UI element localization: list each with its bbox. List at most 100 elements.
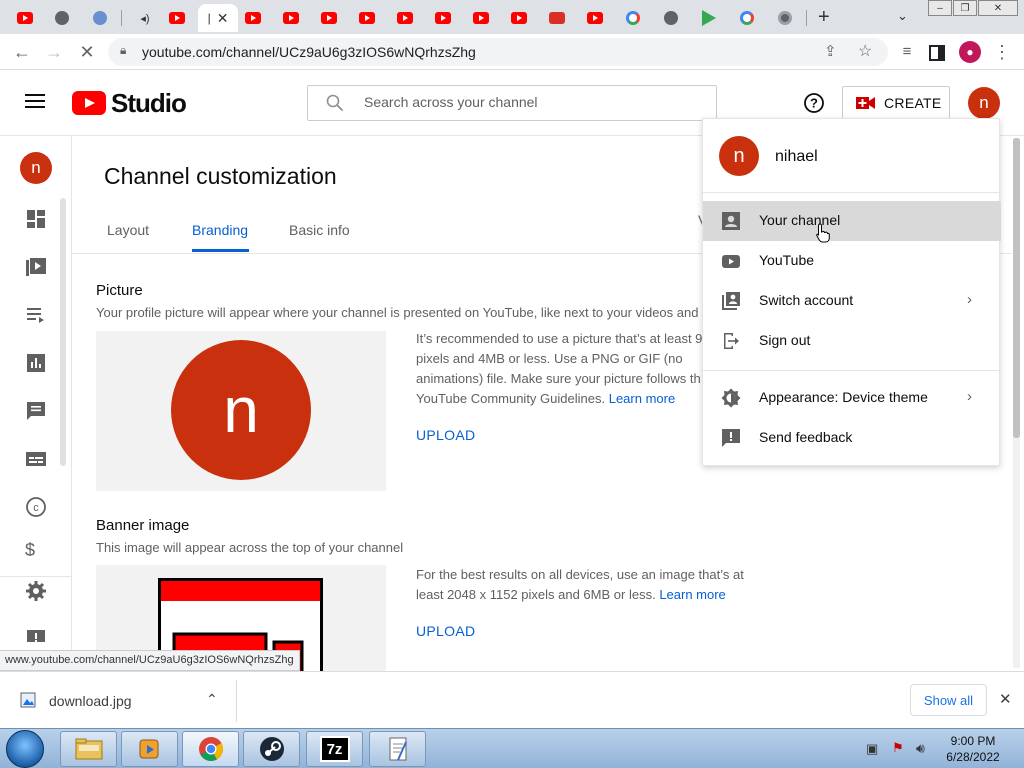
menu-item-send-feedback[interactable]: Send feedback bbox=[703, 418, 1001, 458]
browser-tab[interactable]: ◂) bbox=[128, 4, 162, 32]
side-panel-icon[interactable] bbox=[926, 42, 948, 64]
forward-arrow-icon[interactable]: → bbox=[43, 42, 65, 64]
sidebar-channel-avatar[interactable]: n bbox=[20, 152, 52, 184]
show-all-downloads-button[interactable]: Show all bbox=[910, 684, 987, 716]
page-scrollbar-thumb[interactable] bbox=[1013, 138, 1020, 438]
sidebar-scrollbar[interactable] bbox=[60, 198, 66, 466]
tab-layout[interactable]: Layout bbox=[107, 222, 149, 238]
browser-tab[interactable] bbox=[83, 4, 117, 32]
close-downloads-icon[interactable]: ✕ bbox=[999, 690, 1012, 708]
banner-upload-button[interactable]: UPLOAD bbox=[416, 623, 475, 639]
settings-gear-icon[interactable] bbox=[25, 580, 47, 602]
browser-tab-active[interactable]: | ✕ bbox=[198, 4, 238, 32]
taskbar-media-player[interactable] bbox=[121, 731, 178, 767]
youtube-favicon-icon bbox=[283, 12, 299, 24]
browser-tab[interactable] bbox=[616, 4, 650, 32]
menu-item-your-channel[interactable]: Your channel bbox=[703, 201, 1001, 243]
share-icon[interactable]: ⇪ bbox=[824, 42, 837, 60]
studio-logo-text[interactable]: Studio bbox=[111, 88, 187, 119]
switch-account-icon bbox=[722, 292, 740, 310]
youtube-logo-icon[interactable] bbox=[72, 91, 106, 115]
send-feedback-sidebar-icon[interactable] bbox=[25, 628, 47, 642]
browser-tab[interactable] bbox=[8, 4, 42, 32]
network-tray-icon[interactable]: ▣ bbox=[866, 741, 878, 757]
tab-search-chevron-icon[interactable]: ⌄ bbox=[897, 8, 908, 24]
taskbar-explorer[interactable] bbox=[60, 731, 117, 767]
browser-tab[interactable] bbox=[236, 4, 270, 32]
browser-tab[interactable] bbox=[388, 4, 422, 32]
bookmark-star-icon[interactable]: ☆ bbox=[858, 41, 872, 61]
browser-tab-strip: ◂) | ✕ + ⌄ – ❐ ✕ bbox=[0, 0, 1024, 34]
browser-profile-avatar-icon[interactable]: ● bbox=[959, 41, 981, 63]
taskbar-document[interactable] bbox=[369, 731, 426, 767]
menu-item-sign-out[interactable]: Sign out bbox=[703, 321, 1001, 361]
search-input[interactable] bbox=[364, 94, 704, 110]
copyright-icon[interactable]: c bbox=[25, 496, 47, 518]
link-hover-status: www.youtube.com/channel/UCz9aU6g3zIOS6wN… bbox=[0, 650, 300, 671]
close-window-icon[interactable]: ✕ bbox=[978, 0, 1018, 16]
new-tab-icon[interactable]: + bbox=[818, 6, 830, 29]
create-button[interactable]: CREATE bbox=[842, 86, 950, 120]
restore-window-icon[interactable]: ❐ bbox=[953, 0, 977, 16]
minimize-window-icon[interactable]: – bbox=[928, 0, 952, 16]
browser-tab[interactable] bbox=[464, 4, 498, 32]
browser-tab[interactable] bbox=[540, 4, 574, 32]
help-icon[interactable]: ? bbox=[803, 92, 825, 117]
svg-text:?: ? bbox=[810, 96, 818, 111]
address-url[interactable]: youtube.com/channel/UCz9aU6g3zIOS6wNQrhz… bbox=[142, 44, 476, 60]
taskbar-chrome[interactable] bbox=[182, 731, 239, 767]
banner-section-title: Banner image bbox=[96, 517, 190, 534]
browser-tab[interactable] bbox=[578, 4, 612, 32]
browser-tab[interactable] bbox=[160, 4, 194, 32]
taskbar-7zip[interactable]: 7z bbox=[306, 731, 363, 767]
comments-icon[interactable] bbox=[25, 400, 47, 422]
browser-menu-icon[interactable]: ⋮ bbox=[991, 42, 1013, 64]
banner-learn-more-link[interactable]: Learn more bbox=[659, 587, 725, 602]
picture-upload-button[interactable]: UPLOAD bbox=[416, 427, 475, 443]
taskbar-clock[interactable]: 9:00 PM 6/28/2022 bbox=[930, 733, 1016, 765]
tab-branding[interactable]: Branding bbox=[192, 222, 248, 238]
studio-sidebar: n c $ bbox=[0, 136, 72, 671]
menu-item-youtube[interactable]: YouTube bbox=[703, 241, 1001, 281]
volume-icon[interactable]: 🔊︎ bbox=[916, 740, 925, 757]
browser-tab[interactable] bbox=[274, 4, 308, 32]
action-center-warning-icon[interactable]: ⚑ bbox=[892, 740, 904, 756]
picture-learn-more-link[interactable]: Learn more bbox=[609, 391, 675, 406]
taskbar-steam[interactable] bbox=[243, 731, 300, 767]
tab-basic-info[interactable]: Basic info bbox=[289, 222, 350, 238]
browser-tab[interactable] bbox=[768, 4, 802, 32]
channel-search-box[interactable] bbox=[307, 85, 717, 121]
browser-tab[interactable] bbox=[45, 4, 79, 32]
analytics-icon[interactable] bbox=[25, 352, 47, 374]
download-file-name[interactable]: download.jpg bbox=[49, 693, 132, 709]
youtube-favicon-icon bbox=[511, 12, 527, 24]
browser-tab[interactable] bbox=[312, 4, 346, 32]
browser-tab[interactable] bbox=[692, 4, 726, 32]
globe-favicon-icon bbox=[55, 11, 69, 25]
subtitles-icon[interactable] bbox=[25, 448, 47, 470]
playlists-icon[interactable] bbox=[25, 304, 47, 326]
media-control-icon[interactable]: ≡ bbox=[896, 42, 918, 64]
browser-tab[interactable] bbox=[730, 4, 764, 32]
page-scrollbar-track[interactable] bbox=[1013, 138, 1020, 668]
browser-tab[interactable] bbox=[350, 4, 384, 32]
content-icon[interactable] bbox=[25, 256, 47, 278]
stop-loading-icon[interactable]: ✕ bbox=[76, 42, 98, 64]
browser-tab[interactable] bbox=[654, 4, 688, 32]
monetization-icon[interactable]: $ bbox=[25, 540, 47, 556]
browser-tab[interactable] bbox=[426, 4, 460, 32]
address-bar[interactable]: 🔒︎ youtube.com/channel/UCz9aU6g3zIOS6wNQ… bbox=[108, 38, 888, 66]
downloads-shelf: download.jpg ⌃ Show all ✕ bbox=[0, 671, 1024, 728]
chrome-logo-icon bbox=[198, 737, 223, 762]
menu-item-appearance[interactable]: Appearance: Device theme › bbox=[703, 378, 1001, 418]
account-avatar-button[interactable]: n bbox=[968, 87, 1000, 119]
close-tab-icon[interactable]: ✕ bbox=[217, 10, 229, 27]
menu-item-switch-account[interactable]: Switch account › bbox=[703, 281, 1001, 321]
dashboard-icon[interactable] bbox=[25, 208, 47, 230]
start-button-windows-icon[interactable] bbox=[6, 730, 44, 768]
browser-tab[interactable] bbox=[502, 4, 536, 32]
google-favicon-icon bbox=[740, 11, 754, 25]
download-options-chevron-icon[interactable]: ⌃ bbox=[206, 691, 218, 708]
hamburger-menu-icon[interactable] bbox=[25, 93, 45, 112]
back-arrow-icon[interactable]: ← bbox=[11, 42, 33, 64]
